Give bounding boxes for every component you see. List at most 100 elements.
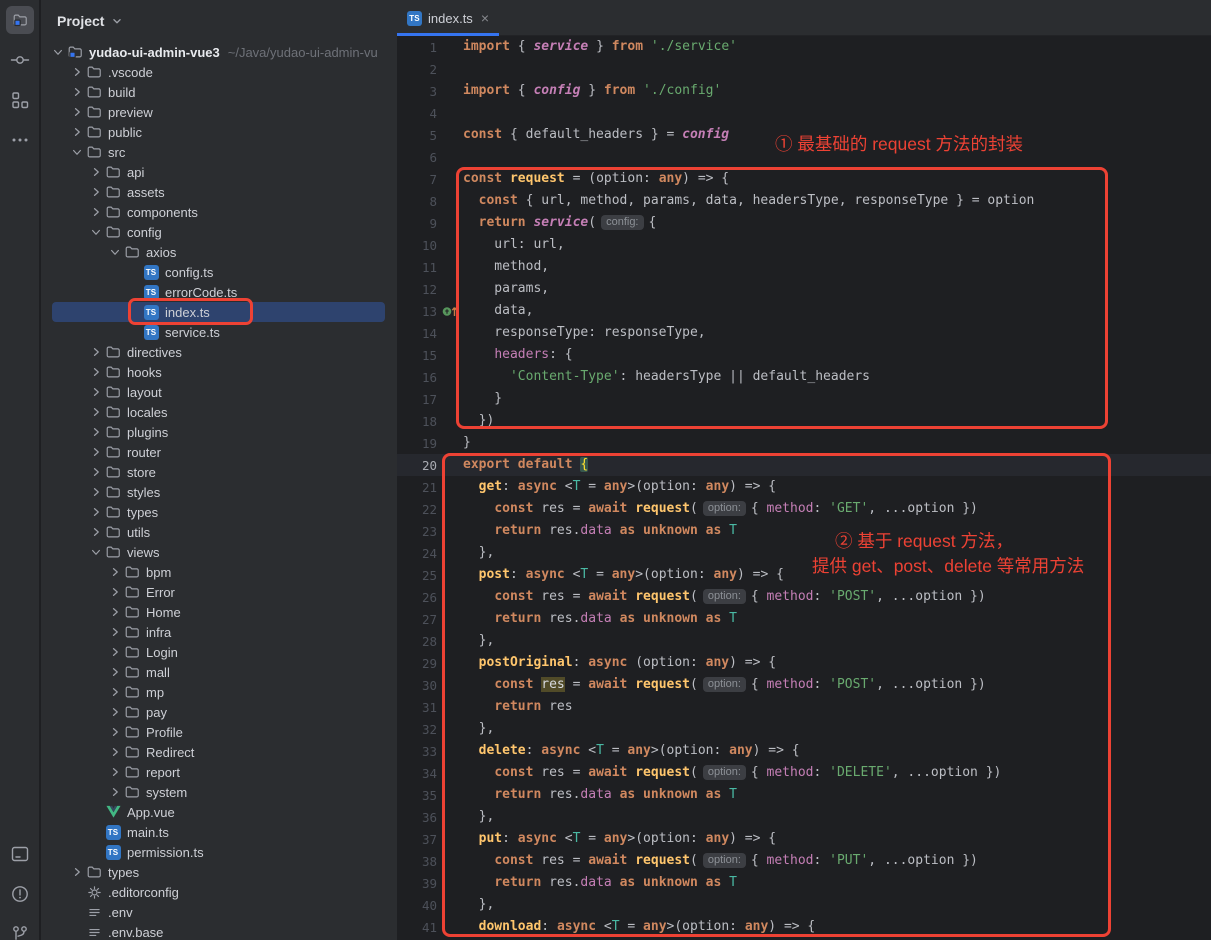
line-number[interactable]: 15: [397, 348, 437, 363]
code-line-29[interactable]: 29 postOriginal: async (option: any) => …: [397, 652, 1211, 674]
tree-item-home[interactable]: Home: [41, 602, 397, 622]
code-line-38[interactable]: 38 const res = await request(option:{ me…: [397, 850, 1211, 872]
code-line-2[interactable]: 2: [397, 58, 1211, 80]
line-number[interactable]: 29: [397, 656, 437, 671]
chevron-right-icon[interactable]: [106, 683, 124, 701]
line-number[interactable]: 2: [397, 62, 437, 77]
code-line-9[interactable]: 9 return service(config:{: [397, 212, 1211, 234]
line-number[interactable]: 14: [397, 326, 437, 341]
code-line-30[interactable]: 30 const res = await request(option:{ me…: [397, 674, 1211, 696]
chevron-right-icon[interactable]: [106, 783, 124, 801]
branch-icon[interactable]: [6, 920, 34, 940]
line-number[interactable]: 27: [397, 612, 437, 627]
code-line-33[interactable]: 33 delete: async <T = any>(option: any) …: [397, 740, 1211, 762]
tree-item-locales[interactable]: locales: [41, 402, 397, 422]
chevron-down-icon[interactable]: [110, 14, 124, 28]
chevron-right-icon[interactable]: [106, 563, 124, 581]
chevron-right-icon[interactable]: [87, 443, 105, 461]
chevron-right-icon[interactable]: [87, 423, 105, 441]
code-editor[interactable]: 1import { service } from './service'23im…: [397, 36, 1211, 938]
tree-item-components[interactable]: components: [41, 202, 397, 222]
line-number[interactable]: 13: [397, 304, 437, 319]
code-line-34[interactable]: 34 const res = await request(option:{ me…: [397, 762, 1211, 784]
chevron-right-icon[interactable]: [87, 383, 105, 401]
tree-item-types[interactable]: types: [41, 862, 397, 882]
line-number[interactable]: 12: [397, 282, 437, 297]
tree-item-hooks[interactable]: hooks: [41, 362, 397, 382]
line-number[interactable]: 38: [397, 854, 437, 869]
tree-item-profile[interactable]: Profile: [41, 722, 397, 742]
code-line-11[interactable]: 11 method,: [397, 256, 1211, 278]
line-number[interactable]: 39: [397, 876, 437, 891]
code-line-21[interactable]: 21 get: async <T = any>(option: any) => …: [397, 476, 1211, 498]
line-number[interactable]: 26: [397, 590, 437, 605]
code-line-37[interactable]: 37 put: async <T = any>(option: any) => …: [397, 828, 1211, 850]
code-line-5[interactable]: 5const { default_headers } = config: [397, 124, 1211, 146]
tree-item-router[interactable]: router: [41, 442, 397, 462]
tree-item-service-ts[interactable]: TSservice.ts: [41, 322, 397, 342]
tree-item-report[interactable]: report: [41, 762, 397, 782]
structure-icon[interactable]: [6, 86, 34, 114]
code-line-14[interactable]: 14 responseType: responseType,: [397, 322, 1211, 344]
chevron-right-icon[interactable]: [87, 203, 105, 221]
tree-item-config-ts[interactable]: TSconfig.ts: [41, 262, 397, 282]
chevron-right-icon[interactable]: [68, 123, 86, 141]
tree-item-env[interactable]: .env: [41, 902, 397, 922]
code-line-39[interactable]: 39 return res.data as unknown as T: [397, 872, 1211, 894]
tree-item-directives[interactable]: directives: [41, 342, 397, 362]
chevron-right-icon[interactable]: [87, 403, 105, 421]
line-number[interactable]: 6: [397, 150, 437, 165]
line-number[interactable]: 33: [397, 744, 437, 759]
code-line-15[interactable]: 15 headers: {: [397, 344, 1211, 366]
chevron-right-icon[interactable]: [106, 603, 124, 621]
tree-item-bpm[interactable]: bpm: [41, 562, 397, 582]
code-line-40[interactable]: 40 },: [397, 894, 1211, 916]
line-number[interactable]: 22: [397, 502, 437, 517]
line-number[interactable]: 9: [397, 216, 437, 231]
code-line-17[interactable]: 17 }: [397, 388, 1211, 410]
tree-item-permission-ts[interactable]: TSpermission.ts: [41, 842, 397, 862]
chevron-down-icon[interactable]: [106, 243, 124, 261]
tree-item-env-base[interactable]: .env.base: [41, 922, 397, 940]
chevron-right-icon[interactable]: [87, 503, 105, 521]
tree-item-mall[interactable]: mall: [41, 662, 397, 682]
chevron-right-icon[interactable]: [87, 363, 105, 381]
line-number[interactable]: 7: [397, 172, 437, 187]
code-line-31[interactable]: 31 return res: [397, 696, 1211, 718]
chevron-right-icon[interactable]: [87, 183, 105, 201]
code-line-18[interactable]: 18 }): [397, 410, 1211, 432]
tree-item-src[interactable]: src: [41, 142, 397, 162]
line-number[interactable]: 30: [397, 678, 437, 693]
tree-item-axios[interactable]: axios: [41, 242, 397, 262]
tree-item-error[interactable]: Error: [41, 582, 397, 602]
project-panel-header[interactable]: Project: [41, 0, 397, 42]
code-line-27[interactable]: 27 return res.data as unknown as T: [397, 608, 1211, 630]
tree-item-build[interactable]: build: [41, 82, 397, 102]
line-number[interactable]: 25: [397, 568, 437, 583]
chevron-right-icon[interactable]: [87, 463, 105, 481]
line-number[interactable]: 3: [397, 84, 437, 99]
code-line-28[interactable]: 28 },: [397, 630, 1211, 652]
tree-item-api[interactable]: api: [41, 162, 397, 182]
gutter-marker-icon[interactable]: [437, 300, 463, 322]
code-line-6[interactable]: 6: [397, 146, 1211, 168]
code-line-35[interactable]: 35 return res.data as unknown as T: [397, 784, 1211, 806]
line-number[interactable]: 32: [397, 722, 437, 737]
code-line-16[interactable]: 16 'Content-Type': headersType || defaul…: [397, 366, 1211, 388]
tree-item-main-ts[interactable]: TSmain.ts: [41, 822, 397, 842]
tree-item-yudao-ui-admin-vue3[interactable]: yudao-ui-admin-vue3~/Java/yudao-ui-admin…: [41, 42, 397, 62]
chevron-right-icon[interactable]: [106, 743, 124, 761]
tree-item-utils[interactable]: utils: [41, 522, 397, 542]
chevron-right-icon[interactable]: [106, 723, 124, 741]
close-icon[interactable]: ×: [481, 11, 489, 25]
chevron-right-icon[interactable]: [87, 343, 105, 361]
code-line-32[interactable]: 32 },: [397, 718, 1211, 740]
tree-item-errorcode-ts[interactable]: TSerrorCode.ts: [41, 282, 397, 302]
tree-item-system[interactable]: system: [41, 782, 397, 802]
code-line-3[interactable]: 3import { config } from './config': [397, 80, 1211, 102]
chevron-right-icon[interactable]: [68, 863, 86, 881]
chevron-right-icon[interactable]: [87, 483, 105, 501]
line-number[interactable]: 17: [397, 392, 437, 407]
line-number[interactable]: 40: [397, 898, 437, 913]
code-line-8[interactable]: 8 const { url, method, params, data, hea…: [397, 190, 1211, 212]
